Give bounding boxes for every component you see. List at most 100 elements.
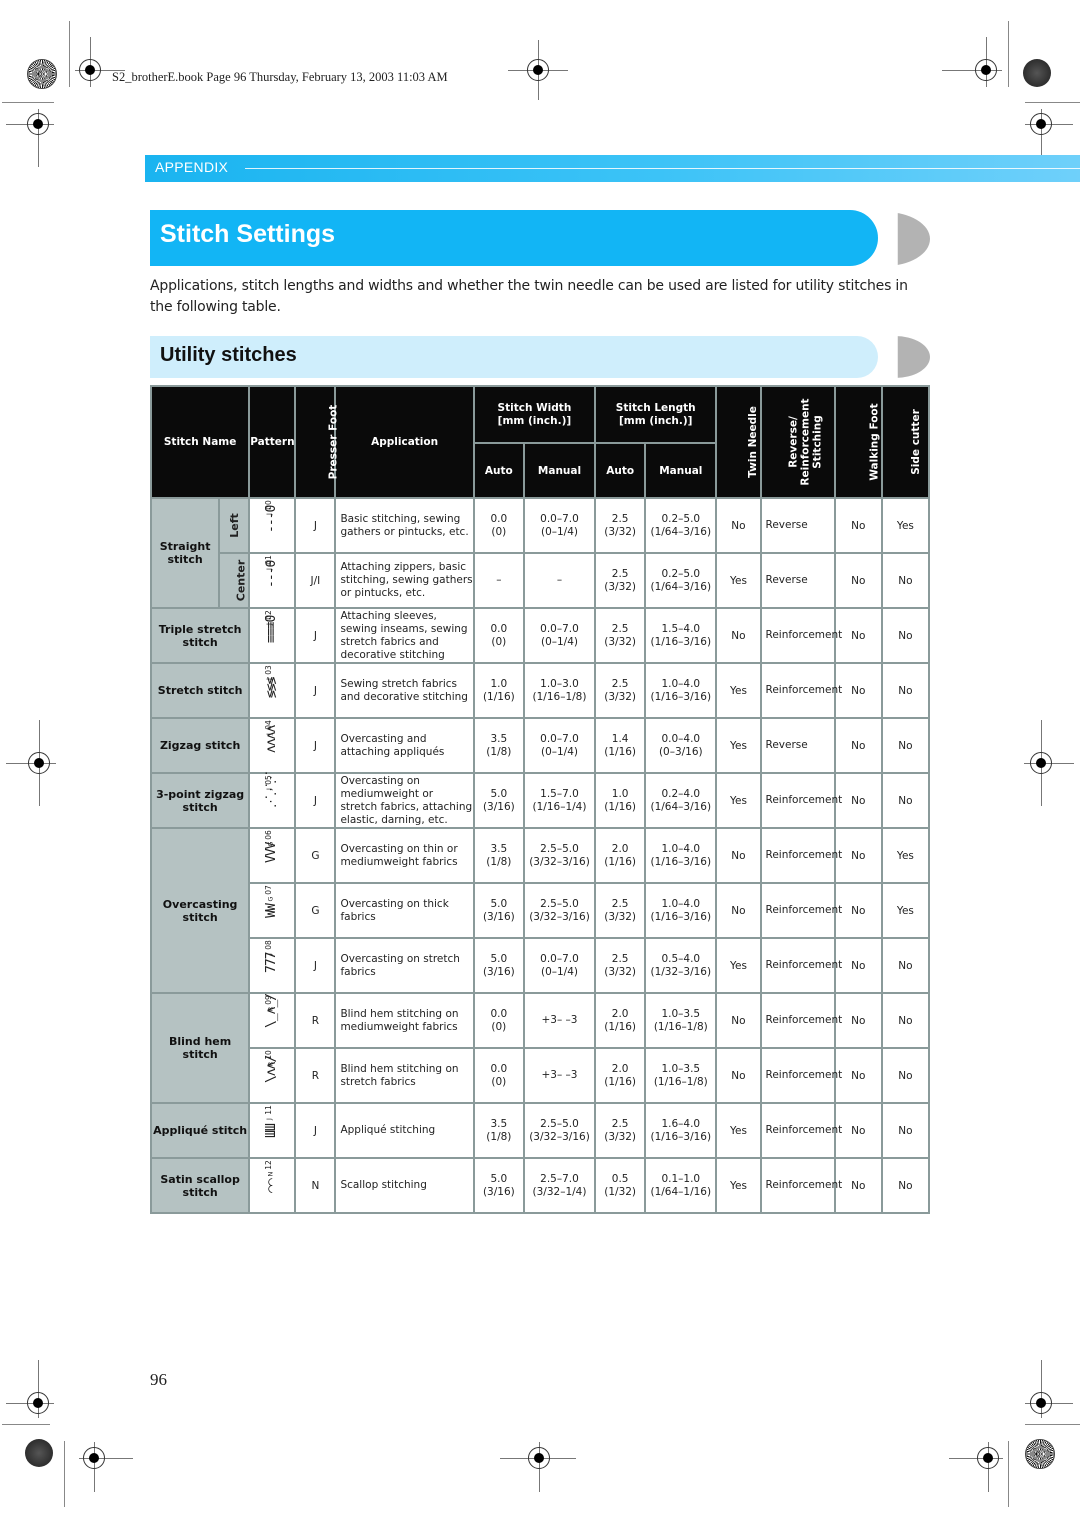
side-cutter-cell: No bbox=[880, 937, 931, 994]
reverse-reinforcement-value: Reinforcement bbox=[765, 1124, 843, 1136]
width-manual-cell-inch: (0–1/4) bbox=[540, 525, 578, 538]
application-cell: Basic stitching, sewing gathers or pintu… bbox=[334, 497, 475, 554]
width-auto-cell: 0.0 (0) bbox=[472, 497, 525, 554]
reverse-reinforcement-cell: Reinforcement bbox=[759, 772, 842, 829]
width-auto-cell: 3.5 (1/8) bbox=[472, 717, 525, 774]
width-auto-cell-mm: 3.5 bbox=[490, 732, 508, 745]
length-auto-cell: 2.5 (3/32) bbox=[594, 552, 647, 609]
width-manual-cell-mm: +3– –3 bbox=[541, 1014, 578, 1026]
width-manual-cell: 0.0–7.0 (0–1/4) bbox=[522, 607, 597, 664]
reverse-reinforcement-value: Reinforcement bbox=[765, 959, 843, 971]
length-auto-cell: 2.5 (3/32) bbox=[594, 882, 647, 939]
reverse-reinforcement-cell: Reverse bbox=[759, 552, 836, 609]
width-auto-cell: 3.5 (1/8) bbox=[472, 827, 525, 884]
reverse-reinforcement-value: Reverse bbox=[765, 519, 808, 531]
presser-foot-cell: J bbox=[294, 717, 337, 774]
needle-position-cell: Left bbox=[218, 497, 251, 554]
header-side-cutter: Side cutter bbox=[880, 385, 931, 499]
side-cutter-cell: Yes bbox=[880, 497, 931, 554]
stitch-pattern-icon: 11 J ШШ bbox=[262, 1105, 282, 1152]
width-manual-cell-mm: 2.5–7.0 bbox=[540, 1172, 579, 1185]
width-auto-cell-mm: 0.0 bbox=[490, 512, 508, 525]
width-auto-cell: 0.0 (0) bbox=[472, 607, 525, 664]
header-stitch-name: Stitch Name bbox=[149, 385, 251, 499]
pattern-number: 03 bbox=[264, 665, 274, 675]
stitch-pattern-icon: 05 J ⋰⋰⋰ bbox=[262, 772, 282, 822]
length-manual-cell-mm: 1.0–4.0 bbox=[661, 897, 701, 910]
section-rule bbox=[245, 168, 1080, 169]
pattern-cell: 00 J ---0 bbox=[248, 497, 297, 554]
crop-line bbox=[1025, 102, 1080, 103]
width-manual-cell-inch: (3/32–1/4) bbox=[532, 1185, 587, 1198]
length-manual-cell-inch: (1/16–3/16) bbox=[650, 855, 712, 868]
twin-needle-cell: No bbox=[715, 1047, 762, 1104]
length-auto-cell-inch: (3/32) bbox=[604, 1130, 637, 1143]
pattern-cell: 06 G VVV bbox=[248, 827, 297, 884]
length-manual-cell-mm: 1.0–3.5 bbox=[661, 1007, 701, 1020]
length-manual-cell: 0.2–5.0 (1/64–3/16) bbox=[644, 497, 718, 554]
pattern-cell: 04 Jʌʌʌʌ bbox=[248, 717, 297, 774]
presser-foot-cell: R bbox=[294, 1047, 337, 1104]
length-manual-cell-inch: (1/64–3/16) bbox=[650, 580, 712, 593]
title-bar-cap bbox=[880, 212, 930, 266]
pattern-cell: 05 J ⋰⋰⋰ bbox=[248, 772, 297, 829]
twin-needle-cell: Yes bbox=[715, 1157, 762, 1214]
length-auto-cell-mm: 2.5 bbox=[611, 567, 629, 580]
length-manual-cell-inch: (1/16–3/16) bbox=[650, 635, 712, 648]
header-stitch-width-unit: [mm (inch.)] bbox=[497, 414, 572, 427]
twin-needle-cell: No bbox=[715, 827, 762, 884]
table-row: 10 R \ʌʌ/R Blind hem stitching on stretch f… bbox=[151, 1047, 931, 1104]
length-manual-cell-inch: (1/32–3/16) bbox=[650, 965, 712, 978]
stitch-pattern-icon: 00 J ---0 bbox=[262, 500, 282, 547]
registration-disc-icon bbox=[1023, 59, 1051, 87]
twin-needle-cell: No bbox=[715, 992, 762, 1049]
width-auto-cell-mm: 0.0 bbox=[490, 1007, 508, 1020]
width-manual-cell: 2.5–5.0 (3/32–3/16) bbox=[522, 882, 597, 939]
width-manual-cell-mm: 1.0–3.0 bbox=[540, 677, 579, 690]
width-manual-cell: +3– –3 bbox=[522, 992, 597, 1049]
width-manual-cell: – bbox=[522, 552, 597, 609]
pattern-cell: 09 R \_ʌ_/ bbox=[248, 992, 297, 1049]
table-row: 08 J 777 J Overcasting on stretch fabrics 5.0… bbox=[151, 937, 931, 994]
stitch-pattern-icon: 01 J ---θ bbox=[262, 555, 282, 602]
presser-foot-cell: G bbox=[294, 827, 337, 884]
width-manual-cell-mm: 0.0–7.0 bbox=[540, 512, 579, 525]
presser-foot-cell: J bbox=[294, 937, 337, 994]
length-auto-cell: 2.5 (3/32) bbox=[594, 497, 647, 554]
length-manual-cell-inch: (1/16–3/16) bbox=[650, 690, 712, 703]
crop-line bbox=[1008, 1441, 1009, 1507]
length-auto-cell: 2.0 (1/16) bbox=[594, 992, 647, 1049]
stitch-glyph: ≡≡≡0 bbox=[264, 615, 280, 643]
header-length-auto: Auto bbox=[594, 442, 647, 499]
length-manual-cell-inch: (0–3/16) bbox=[658, 745, 703, 758]
crop-line bbox=[69, 21, 70, 87]
width-manual-cell: 1.5–7.0 (1/16–1/4) bbox=[522, 772, 597, 829]
width-manual-cell-mm: 2.5–5.0 bbox=[540, 842, 579, 855]
crop-line bbox=[1008, 21, 1009, 87]
length-auto-cell-mm: 0.5 bbox=[611, 1172, 629, 1185]
pattern-cell: 03 J ≶≶≶ bbox=[248, 662, 297, 719]
table-header: Stitch Name Pattern Presser Foot Applica… bbox=[149, 385, 931, 499]
length-auto-cell-mm: 2.0 bbox=[611, 842, 629, 855]
length-auto-cell: 2.5 (3/32) bbox=[594, 662, 647, 719]
stitch-pattern-icon: 07 G WW bbox=[262, 885, 282, 932]
pattern-foot-code: J bbox=[265, 1118, 274, 1120]
reverse-reinforcement-value: Reinforcement bbox=[765, 1014, 843, 1026]
side-cutter-cell: Yes bbox=[880, 827, 931, 884]
application-cell: Overcasting on thick fabrics bbox=[334, 882, 475, 939]
crop-line bbox=[64, 1441, 65, 1507]
header-stitch-width-label: Stitch Width bbox=[497, 401, 572, 414]
application-cell: Attaching zippers, basic stitching, sewi… bbox=[334, 552, 475, 609]
length-auto-cell-inch: (1/16) bbox=[604, 855, 637, 868]
crop-line bbox=[2, 102, 54, 103]
width-manual-cell-inch: (0–1/4) bbox=[540, 745, 578, 758]
length-manual-cell: 1.5–4.0 (1/16–3/16) bbox=[644, 607, 718, 664]
length-auto-cell-inch: (3/32) bbox=[604, 965, 637, 978]
subsection-title: Utility stitches bbox=[160, 344, 297, 366]
width-manual-cell-inch: (0–1/4) bbox=[540, 965, 578, 978]
side-cutter-cell: No bbox=[880, 1157, 931, 1214]
length-manual-cell-mm: 0.0–4.0 bbox=[661, 732, 701, 745]
header-stitch-length: Stitch Length [mm (inch.)] bbox=[594, 385, 718, 444]
length-manual-cell: 1.0–4.0 (1/16–3/16) bbox=[644, 827, 718, 884]
stitch-pattern-icon: 12 N ⌒⌒ bbox=[262, 1160, 282, 1207]
